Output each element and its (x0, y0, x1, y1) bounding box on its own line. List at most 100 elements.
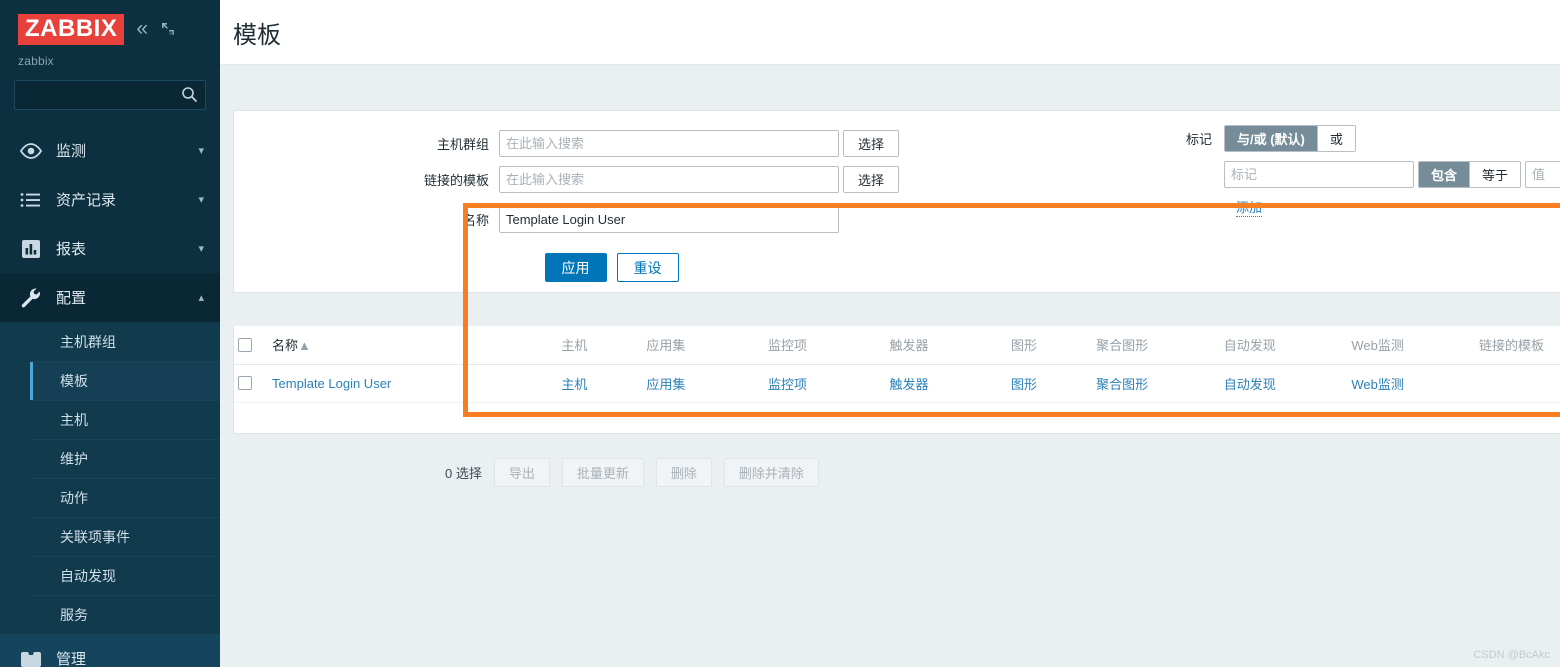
column-header-discovery: 自动发现 (1219, 326, 1348, 365)
sidebar-item-monitoring[interactable]: 监测 ▾ (0, 126, 220, 175)
sidebar-item-reports[interactable]: 报表 ▾ (0, 224, 220, 273)
row-triggers-link[interactable]: 触发器 (890, 377, 929, 392)
row-triggers-cell: 触发器 (885, 364, 1008, 403)
sidebar-submenu-configuration: 主机群组 模板 主机 维护 动作 关联项事件 自动发现 服务 (0, 322, 220, 634)
tags-evaltype-segmented[interactable]: 与/或 (默认) 或 (1224, 125, 1356, 152)
sidebar-subitem-label: 模板 (60, 373, 88, 389)
sidebar-item-host-groups[interactable]: 主机群组 (30, 322, 220, 361)
cog-box-icon (18, 648, 44, 667)
chevron-down-icon[interactable]: ▾ (198, 193, 204, 206)
name-label: 名称 (462, 212, 489, 228)
delete-button[interactable]: 删除 (655, 458, 712, 487)
search-input[interactable] (15, 81, 205, 109)
column-header-applications: 应用集 (642, 326, 764, 365)
row-web-cell: Web监测 (1347, 364, 1475, 403)
tag-add-row: 添加 (1174, 197, 1560, 217)
template-name-link[interactable]: Template Login User (272, 376, 391, 391)
wrench-icon (18, 287, 44, 309)
row-screens-link[interactable]: 聚合图形 (1096, 377, 1148, 392)
row-discovery-cell: 自动发现 (1219, 364, 1348, 403)
name-input[interactable] (499, 205, 839, 233)
column-header-items: 监控项 (763, 326, 886, 365)
row-items-link[interactable]: 监控项 (768, 377, 807, 392)
sidebar-item-services[interactable]: 服务 (30, 595, 220, 634)
apply-button[interactable]: 应用 (544, 253, 607, 282)
sidebar-item-inventory[interactable]: 资产记录 ▾ (0, 175, 220, 224)
zabbix-logo[interactable]: ZABBIX (18, 13, 125, 45)
sidebar-item-label: 配置 (56, 290, 87, 307)
table-row: Template Login User 主机 应用集 监控项 触发器 图形 聚合… (234, 364, 1560, 403)
row-linked-templates-cell (1475, 364, 1560, 403)
tag-operator-contains[interactable]: 包含 (1419, 162, 1471, 187)
select-all-cell (234, 326, 269, 365)
list-icon (18, 189, 44, 211)
row-checkbox[interactable] (238, 376, 252, 390)
column-header-name[interactable]: 名称▲ (268, 326, 558, 365)
linked-template-select-button[interactable]: 选择 (843, 165, 899, 193)
sidebar-item-discovery[interactable]: 自动发现 (30, 556, 220, 595)
chevron-double-left-icon[interactable]: « (136, 18, 148, 39)
row-name-cell: Template Login User (268, 364, 558, 403)
row-web-link[interactable]: Web监测 (1351, 377, 1404, 392)
tags-evaltype-or[interactable]: 或 (1317, 126, 1355, 151)
sidebar-item-maintenance[interactable]: 维护 (30, 439, 220, 478)
chevron-down-icon[interactable]: ▾ (198, 144, 204, 157)
mass-update-button[interactable]: 批量更新 (561, 458, 644, 487)
expand-compact-icon[interactable] (160, 21, 176, 37)
select-all-checkbox[interactable] (238, 337, 252, 352)
search-box[interactable] (14, 80, 206, 110)
main-content: 模板 主机群组 选择 链接的模板 选择 名称 (220, 0, 1560, 667)
row-items-cell: 监控项 (763, 364, 886, 403)
sidebar-item-administration[interactable]: 管理 (0, 634, 220, 667)
reset-button[interactable]: 重设 (616, 253, 679, 282)
tag-name-input[interactable] (1224, 161, 1414, 188)
table-footer: 显示 (234, 402, 1560, 433)
table-head: 名称▲ 主机 应用集 监控项 触发器 图形 聚合图形 自动发现 Web监测 链接… (234, 326, 1560, 365)
sidebar-subitem-label: 主机群组 (60, 333, 116, 350)
export-button[interactable]: 导出 (493, 458, 550, 487)
sidebar-menu: 监测 ▾ 资产记录 ▾ 报表 ▾ 配置 ▴ 主机群组 模板 主机 维护 动作 关… (0, 126, 220, 667)
sidebar-item-event-correlation[interactable]: 关联项事件 (30, 517, 220, 556)
delete-and-clear-button[interactable]: 删除并清除 (723, 458, 819, 487)
host-group-input[interactable] (499, 129, 839, 157)
column-header-linked-templates: 链接的模板 (1475, 326, 1560, 365)
row-select-cell (234, 364, 269, 403)
sidebar-item-templates[interactable]: 模板 (30, 361, 220, 400)
tag-add-link[interactable]: 添加 (1236, 197, 1263, 217)
row-graphs-link[interactable]: 图形 (1011, 377, 1037, 392)
zabbix-app: ZABBIX « zabbix 监测 ▾ 资产记录 ▾ 报表 ▾ 配置 ▴ 主机… (0, 0, 1560, 667)
sidebar-item-hosts[interactable]: 主机 (30, 400, 220, 439)
watermark: CSDN @BcAkc (1473, 649, 1550, 661)
selected-count-label: 0 选择 (445, 466, 482, 481)
templates-list-panel: 名称▲ 主机 应用集 监控项 触发器 图形 聚合图形 自动发现 Web监测 链接… (233, 326, 1560, 434)
search-icon[interactable] (181, 86, 198, 106)
filter-panel: 主机群组 选择 链接的模板 选择 名称 标记 (233, 110, 1560, 293)
sort-name-link[interactable]: 名称 (272, 338, 298, 353)
sidebar: ZABBIX « zabbix 监测 ▾ 资产记录 ▾ 报表 ▾ 配置 ▴ 主机… (0, 0, 220, 667)
table-body: Template Login User 主机 应用集 监控项 触发器 图形 聚合… (234, 364, 1560, 403)
tag-value-input[interactable] (1525, 161, 1560, 188)
linked-template-label: 链接的模板 (423, 172, 489, 188)
column-header-screens: 聚合图形 (1092, 326, 1220, 365)
page-header: 模板 (220, 0, 1560, 65)
tags-evaltype-andor[interactable]: 与/或 (默认) (1225, 126, 1318, 151)
filter-buttons: 应用 重设 (234, 253, 1560, 282)
sidebar-item-configuration[interactable]: 配置 ▴ (0, 273, 220, 322)
sidebar-subitem-label: 动作 (60, 490, 88, 506)
page-title: 模板 (233, 21, 281, 49)
tag-operator-segmented[interactable]: 包含 等于 (1418, 161, 1522, 188)
sidebar-item-label: 监测 (56, 143, 87, 160)
sidebar-item-actions[interactable]: 动作 (30, 478, 220, 517)
chevron-up-icon[interactable]: ▴ (198, 291, 204, 304)
tag-operator-equals[interactable]: 等于 (1470, 162, 1521, 187)
sidebar-item-label: 管理 (56, 651, 87, 667)
row-applications-link[interactable]: 应用集 (646, 377, 685, 392)
row-hosts-cell: 主机 (557, 364, 643, 403)
chevron-down-icon[interactable]: ▾ (198, 242, 204, 255)
row-discovery-link[interactable]: 自动发现 (1224, 377, 1276, 392)
row-hosts-link[interactable]: 主机 (561, 377, 587, 392)
host-group-select-button[interactable]: 选择 (843, 129, 899, 157)
linked-template-input[interactable] (499, 165, 839, 193)
column-header-triggers: 触发器 (885, 326, 1008, 365)
sidebar-item-label: 报表 (56, 241, 87, 258)
